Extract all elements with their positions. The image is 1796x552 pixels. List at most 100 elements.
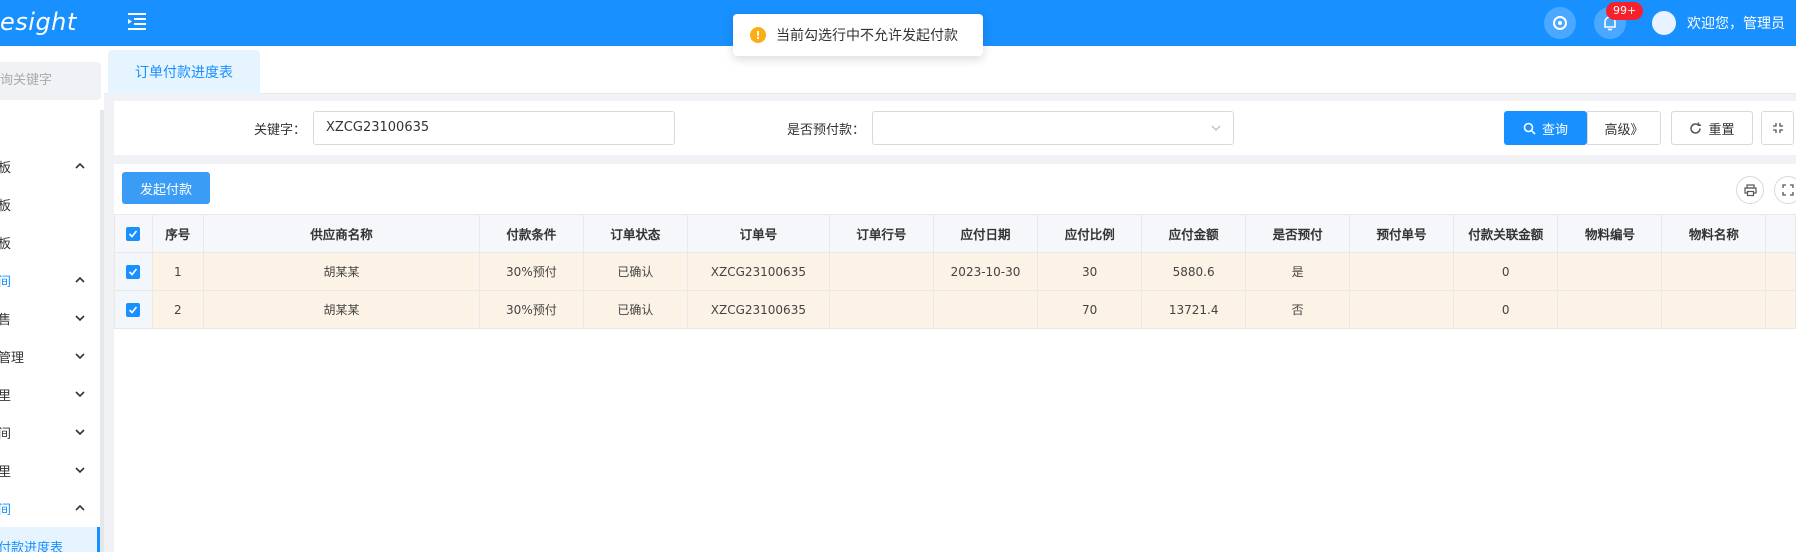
table-row[interactable]: 1 胡某某 30%预付 已确认 XZCG23100635 2023-10-30 … [114, 252, 1796, 291]
table-cell: 0 [1453, 290, 1559, 329]
toast-message: 当前勾选行中不允许发起付款 [776, 28, 958, 44]
column-header: 订单状态 [582, 214, 688, 253]
sidebar-item-label: 板 [0, 160, 12, 176]
table-cell: 是 [1245, 252, 1351, 291]
table-cell: XZCG23100635 [686, 290, 830, 329]
sidebar-item-6[interactable]: 管理 [0, 337, 100, 375]
fullscreen-icon[interactable] [1774, 176, 1796, 204]
row-checkbox[interactable] [114, 252, 153, 291]
sidebar-item-label: 付款进度表 [0, 540, 64, 552]
collapse-icon[interactable] [1761, 111, 1794, 145]
search-button-label: 查询 [1541, 122, 1568, 138]
column-header: 物料名称 [1661, 214, 1767, 253]
reset-button-label: 重置 [1708, 122, 1735, 138]
table-cell: 0 [1453, 252, 1559, 291]
column-header: 预付单号 [1349, 214, 1455, 253]
chevron-up-icon [75, 162, 85, 169]
table-cell: 1 [151, 252, 205, 291]
sidebar-item-label: 间 [0, 274, 12, 290]
table-cell [828, 290, 934, 329]
table-row[interactable]: 2 胡某某 30%预付 已确认 XZCG23100635 70 13721.4 … [114, 290, 1796, 329]
avatar[interactable] [1652, 11, 1676, 35]
column-header: 供应商名称 [203, 214, 480, 253]
search-icon [1523, 122, 1536, 135]
warning-toast: ! 当前勾选行中不允许发起付款 [733, 14, 983, 56]
sidebar-item-label: 里 [0, 464, 12, 480]
sidebar-item-7[interactable]: 里 [0, 375, 100, 413]
advanced-button[interactable]: 高级》 [1587, 111, 1661, 145]
notification-bell-icon[interactable]: 99+ [1594, 2, 1644, 39]
column-header: 付款条件 [478, 214, 584, 253]
column-header: 订单行号 [828, 214, 934, 253]
table-cell [1661, 252, 1767, 291]
table-cell-extra [1765, 290, 1796, 329]
sidebar-item-9[interactable]: 里 [0, 451, 100, 489]
sidebar-item-payment-progress[interactable]: 付款进度表 [0, 527, 100, 552]
table-cell: 已确认 [582, 252, 688, 291]
column-header: 是否预付 [1245, 214, 1351, 253]
sidebar-item-10[interactable]: 间 [0, 489, 100, 527]
table-cell: 否 [1245, 290, 1351, 329]
reset-button[interactable]: 重置 [1671, 111, 1753, 145]
tab-order-payment-progress[interactable]: 订单付款进度表 [108, 50, 260, 94]
sidebar-item-8[interactable]: 间 [0, 413, 100, 451]
table-cell: 2023-10-30 [932, 252, 1039, 291]
table-header-row: 序号 供应商名称 付款条件 订单状态 订单号 订单行号 应付日期 应付比例 应付… [114, 214, 1796, 253]
chevron-down-icon [75, 467, 85, 474]
welcome-text[interactable]: 欢迎您，管理员 [1687, 13, 1785, 33]
column-header: 应付日期 [932, 214, 1039, 253]
sidebar-item-label: 板 [0, 236, 12, 252]
chevron-down-icon [1211, 125, 1221, 131]
sidebar-search-input[interactable]: 询关键字 [0, 62, 101, 100]
print-icon[interactable] [1736, 176, 1764, 204]
chevron-down-icon [75, 353, 85, 360]
sidebar-item-label: 管理 [0, 350, 25, 366]
select-all-checkbox[interactable] [114, 214, 153, 253]
column-header: 订单号 [686, 214, 830, 253]
table-cell-extra [1765, 252, 1796, 291]
prepay-select[interactable] [872, 111, 1234, 145]
sidebar-item-2[interactable]: 板 [0, 185, 100, 223]
filter-bar: 关键字： XZCG23100635 是否预付款： 查询 高级》 重置 [114, 101, 1796, 155]
column-header: 物料编号 [1557, 214, 1663, 253]
table-cell: 13721.4 [1141, 290, 1247, 329]
sidebar-scrollbar[interactable] [100, 110, 104, 552]
table-cell: 30%预付 [478, 252, 584, 291]
table-cell: 2 [151, 290, 205, 329]
table-cell [1661, 290, 1767, 329]
table-cell: 30%预付 [478, 290, 584, 329]
table-cell: 5880.6 [1141, 252, 1247, 291]
sidebar-item-4[interactable]: 间 [0, 261, 100, 299]
warning-icon: ! [750, 27, 766, 43]
column-header: 序号 [151, 214, 205, 253]
sidebar-item-5[interactable]: 售 [0, 299, 100, 337]
sidebar-item-label: 间 [0, 426, 12, 442]
table-panel: 发起付款 序号 供应商名称 付款条件 订单状态 订单号 订单行号 应付日期 应付… [114, 164, 1796, 552]
sidebar: 询关键字 板 板 板 间 售 管理 里 间 里 间 付款进度表 [0, 46, 104, 552]
menu-toggle-icon[interactable] [126, 10, 148, 32]
initiate-payment-button[interactable]: 发起付款 [122, 172, 210, 204]
table-cell [828, 252, 934, 291]
sidebar-item-3[interactable]: 板 [0, 223, 100, 261]
chevron-up-icon [75, 276, 85, 283]
column-header: 应付金额 [1141, 214, 1247, 253]
sidebar-item-1[interactable]: 板 [0, 147, 100, 185]
table-cell: 胡某某 [203, 252, 480, 291]
search-button[interactable]: 查询 [1504, 111, 1587, 145]
chevron-down-icon [75, 391, 85, 398]
row-checkbox[interactable] [114, 290, 153, 329]
sidebar-item-label: 间 [0, 502, 12, 518]
chevron-down-icon [75, 315, 85, 322]
prepay-label: 是否预付款： [787, 123, 866, 138]
table-cell: 70 [1037, 290, 1143, 329]
sidebar-item-label: 里 [0, 388, 12, 404]
chevron-up-icon [75, 504, 85, 511]
refresh-icon [1690, 122, 1702, 134]
column-header-extra [1765, 214, 1796, 253]
app-logo: esight [0, 8, 77, 36]
settings-icon[interactable] [1544, 7, 1576, 39]
keyword-input[interactable]: XZCG23100635 [313, 111, 675, 145]
column-header: 应付比例 [1037, 214, 1143, 253]
notification-badge: 99+ [1606, 2, 1644, 20]
table-cell: 胡某某 [203, 290, 480, 329]
